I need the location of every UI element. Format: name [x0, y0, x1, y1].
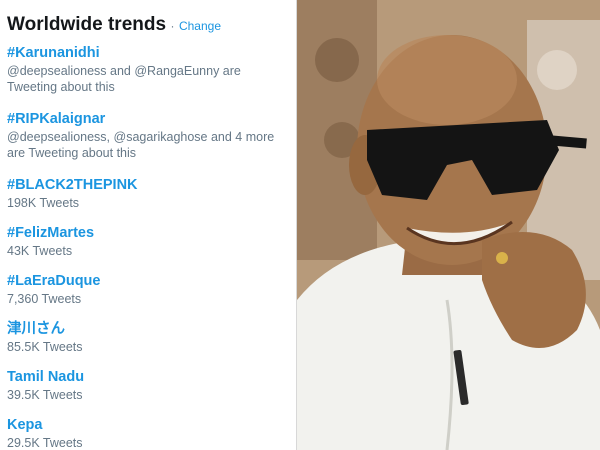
trend-name[interactable]: #FelizMartes	[7, 224, 293, 243]
trend-tweet-count: 7,360 Tweets	[7, 292, 82, 306]
trend-tweet-count: 198K Tweets	[7, 196, 80, 210]
trend-name[interactable]: #RIPKalaignar	[7, 110, 293, 129]
trend-tweet-count: 43K Tweets	[7, 244, 73, 258]
trend-name[interactable]: Tamil Nadu	[7, 368, 293, 387]
trend-item[interactable]: #BLACK2THEPINK 198K Tweets	[7, 176, 293, 211]
trend-name[interactable]: #Karunanidhi	[7, 44, 293, 63]
trend-name[interactable]: #BLACK2THEPINK	[7, 176, 293, 195]
trend-item[interactable]: Tamil Nadu 39.5K Tweets	[7, 368, 293, 403]
trend-item[interactable]: #RIPKalaignar @deepsealioness, @sagarika…	[7, 110, 293, 161]
trend-tweet-count: 29.5K Tweets	[7, 436, 83, 450]
trends-panel: Worldwide trends · Change #Karunanidhi @…	[0, 0, 296, 450]
trend-name[interactable]: 津川さん	[7, 320, 293, 339]
trend-context: @deepsealioness, @sagarikaghose and 4 mo…	[7, 130, 275, 160]
header-separator: ·	[170, 19, 175, 33]
trend-name[interactable]: Kepa	[7, 416, 293, 435]
trend-name[interactable]: #LaEraDuque	[7, 272, 293, 291]
trend-item[interactable]: #Karunanidhi @deepsealioness and @RangaE…	[7, 44, 293, 95]
trends-header: Worldwide trends · Change	[7, 14, 221, 36]
trend-item[interactable]: 津川さん 85.5K Tweets	[7, 320, 293, 355]
trend-item[interactable]: Kepa 29.5K Tweets	[7, 416, 293, 450]
trend-tweet-count: 39.5K Tweets	[7, 388, 83, 402]
trends-title: Worldwide trends	[7, 14, 167, 35]
trend-item[interactable]: #LaEraDuque 7,360 Tweets	[7, 272, 293, 307]
trend-context: @deepsealioness and @RangaEunny are Twee…	[7, 64, 241, 94]
trend-item[interactable]: #FelizMartes 43K Tweets	[7, 224, 293, 259]
portrait-illustration	[297, 0, 600, 450]
trend-tweet-count: 85.5K Tweets	[7, 340, 83, 354]
change-location-link[interactable]: Change	[179, 19, 221, 33]
portrait-photo	[297, 0, 600, 450]
